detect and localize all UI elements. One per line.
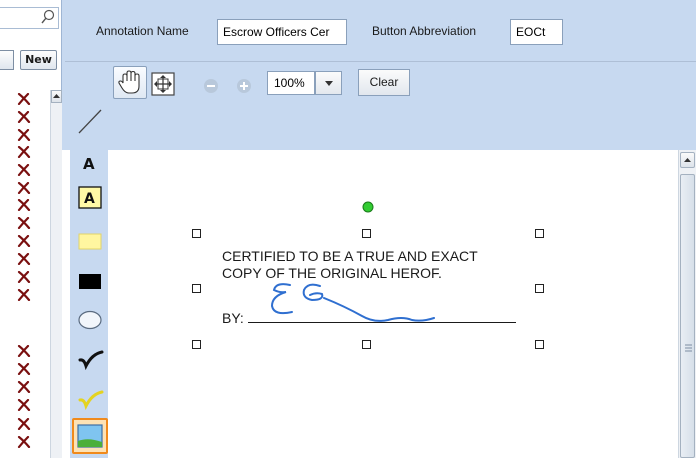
new-button[interactable]: New [20,50,57,70]
resize-handle-right[interactable] [535,284,544,293]
redact-tool-icon[interactable] [74,264,106,298]
resize-handle-left[interactable] [192,284,201,293]
line-tool-icon[interactable] [74,104,106,138]
highlight-tool-icon[interactable] [74,224,106,258]
resize-handle-top-right[interactable] [535,229,544,238]
scroll-thumb[interactable] [680,174,695,458]
rotate-handle[interactable] [362,201,374,213]
x-delete-icon[interactable] [17,381,31,393]
chevron-up-icon [684,158,691,162]
boxed-text-tool-icon[interactable]: A [74,181,106,215]
canvas-vertical-scrollbar[interactable] [678,150,696,458]
annotation-name-label: Annotation Name [96,24,189,38]
resize-handle-bottom-left[interactable] [192,340,201,349]
search-icon [41,9,55,24]
scroll-up-button[interactable] [51,90,62,103]
image-tool-icon [77,424,103,448]
x-delete-icon[interactable] [17,235,31,247]
stamp-by-label: BY: [222,310,244,326]
x-delete-icon[interactable] [17,418,31,430]
x-delete-icon[interactable] [17,129,31,141]
ellipse-tool-icon[interactable] [74,303,106,337]
svg-text:A: A [83,155,95,173]
text-tool-icon[interactable]: A [74,146,106,180]
zoom-level-field[interactable]: 100% [267,71,315,95]
x-delete-icon[interactable] [17,289,31,301]
toolbar-divider [65,61,696,62]
x-delete-icon[interactable] [17,363,31,375]
x-delete-icon[interactable] [17,217,31,229]
clear-button[interactable]: Clear [358,69,410,96]
hand-pan-icon [118,70,140,94]
annotation-name-field[interactable]: Escrow Officers Cer [217,19,347,45]
x-delete-icon[interactable] [17,271,31,283]
annotation-list-panel: New [0,0,62,458]
resize-handle-bottom[interactable] [362,340,371,349]
checkmark-tool-icon[interactable] [74,342,106,376]
zoom-dropdown-button[interactable] [315,71,342,95]
x-delete-icon[interactable] [17,146,31,158]
x-delete-icon[interactable] [17,164,31,176]
list-button-partial[interactable] [0,50,14,70]
stamp-text-line-1: CERTIFIED TO BE A TRUE AND EXACT [222,248,478,264]
chevron-down-icon [325,81,333,86]
resize-handle-top[interactable] [362,229,371,238]
x-delete-icon[interactable] [17,93,31,105]
hand-pan-button[interactable] [113,66,147,99]
svg-text:A: A [84,191,95,207]
handwritten-signature [270,283,435,322]
highlight-checkmark-tool-icon[interactable] [74,382,106,416]
chevron-up-icon [53,94,60,98]
zoom-out-icon[interactable] [203,78,219,94]
resize-handle-bottom-right[interactable] [535,340,544,349]
search-input[interactable] [0,7,59,29]
grip-icon [685,344,692,352]
scroll-up-button[interactable] [680,152,695,168]
button-abbreviation-field[interactable]: EOCt [510,19,563,45]
zoom-in-icon[interactable] [236,78,252,94]
fit-page-button[interactable] [150,71,176,97]
image-tool-button[interactable] [72,418,108,454]
list-scrollbar[interactable] [50,90,62,458]
x-delete-icon[interactable] [17,399,31,411]
resize-handle-top-left[interactable] [192,229,201,238]
x-delete-icon[interactable] [17,199,31,211]
x-delete-icon[interactable] [17,111,31,123]
x-delete-icon[interactable] [17,345,31,357]
fit-page-icon [151,72,175,96]
x-delete-icon[interactable] [17,253,31,265]
x-delete-icon[interactable] [17,182,31,194]
x-delete-icon[interactable] [17,436,31,448]
button-abbreviation-label: Button Abbreviation [372,24,477,38]
